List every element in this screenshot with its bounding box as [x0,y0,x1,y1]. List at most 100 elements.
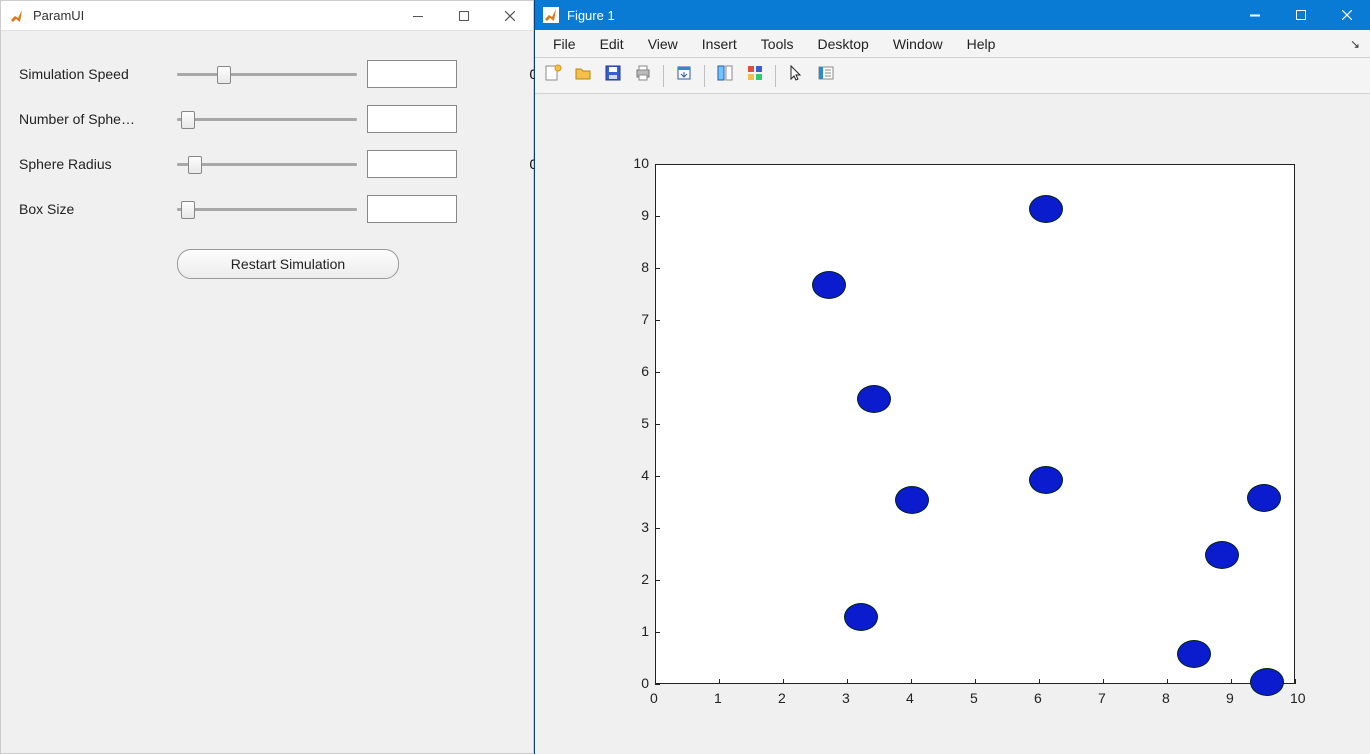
paramui-title: ParamUI [33,8,84,23]
paramui-window: ParamUI Simulation Speed Number of Sphe… [0,0,534,754]
param-slider[interactable] [177,199,357,219]
paramui-titlebar[interactable]: ParamUI [1,1,533,31]
restart-simulation-button[interactable]: Restart Simulation [177,249,399,279]
data-point [844,603,878,631]
toolbar-separator [775,65,776,87]
y-tick-label: 8 [625,259,649,275]
plot-axes[interactable] [655,164,1295,684]
linked-plot-icon [716,64,734,87]
param-value-input[interactable] [368,151,555,177]
menu-view[interactable]: View [636,32,690,56]
toolbar-separator [704,65,705,87]
data-point [812,271,846,299]
param-row: Number of Sphe… [19,96,515,141]
open-icon [574,64,592,87]
figure-titlebar[interactable]: Figure 1 [535,0,1370,30]
param-spinner[interactable] [367,105,457,133]
matlab-icon [543,7,559,23]
figure-menubar: FileEditViewInsertToolsDesktopWindowHelp… [535,30,1370,58]
y-tick-label: 2 [625,571,649,587]
new-figure-icon [544,64,562,87]
menu-desktop[interactable]: Desktop [805,32,880,56]
new-figure-button[interactable] [539,62,567,90]
paramui-body: Simulation Speed Number of Sphe… Sphere … [1,31,533,753]
brush-button[interactable] [741,62,769,90]
data-point [1029,466,1063,494]
data-point [1029,195,1063,223]
x-tick-label: 3 [842,690,850,706]
figure-title: Figure 1 [567,8,615,23]
figure-body: 012345678910012345678910 [535,94,1370,754]
y-tick-label: 6 [625,363,649,379]
param-slider[interactable] [177,109,357,129]
data-point [895,486,929,514]
figure-toolbar [535,58,1370,94]
close-button[interactable] [1324,0,1370,30]
restart-simulation-label: Restart Simulation [231,256,345,272]
y-tick-label: 9 [625,207,649,223]
dock-button[interactable] [670,62,698,90]
param-row: Box Size [19,186,515,231]
figure-window: Figure 1 FileEditViewInsertToolsDesktopW… [534,0,1370,754]
menu-insert[interactable]: Insert [690,32,749,56]
data-point [1247,484,1281,512]
y-tick-label: 4 [625,467,649,483]
insert-legend-icon [817,64,835,87]
save-icon [604,64,622,87]
x-tick-label: 9 [1226,690,1234,706]
y-tick-label: 10 [625,155,649,171]
x-tick-label: 8 [1162,690,1170,706]
param-label: Box Size [19,201,167,217]
param-spinner[interactable] [367,150,457,178]
print-icon [634,64,652,87]
data-point [1205,541,1239,569]
param-value-input[interactable] [368,106,555,132]
param-row: Simulation Speed [19,51,515,96]
param-spinner[interactable] [367,195,457,223]
menu-window[interactable]: Window [881,32,955,56]
param-label: Sphere Radius [19,156,167,172]
close-button[interactable] [487,1,533,31]
insert-legend-button[interactable] [812,62,840,90]
save-button[interactable] [599,62,627,90]
x-tick-label: 2 [778,690,786,706]
maximize-button[interactable] [441,1,487,31]
y-tick-label: 0 [625,675,649,691]
open-button[interactable] [569,62,597,90]
cursor-icon [787,64,805,87]
linked-plot-button[interactable] [711,62,739,90]
x-tick-label: 0 [650,690,658,706]
data-point [1177,640,1211,668]
y-tick-label: 7 [625,311,649,327]
cursor-button[interactable] [782,62,810,90]
x-tick-label: 4 [906,690,914,706]
x-tick-label: 7 [1098,690,1106,706]
menu-tools[interactable]: Tools [749,32,806,56]
param-label: Simulation Speed [19,66,167,82]
y-tick-label: 3 [625,519,649,535]
toolbar-separator [663,65,664,87]
menu-file[interactable]: File [541,32,588,56]
matlab-icon [9,8,25,24]
param-slider[interactable] [177,154,357,174]
data-point [857,385,891,413]
dock-icon [675,64,693,87]
maximize-button[interactable] [1278,0,1324,30]
menu-help[interactable]: Help [955,32,1008,56]
brush-icon [746,64,764,87]
data-point [1250,668,1284,696]
x-tick-label: 6 [1034,690,1042,706]
minimize-button[interactable] [1232,0,1278,30]
x-tick-label: 1 [714,690,722,706]
param-value-input[interactable] [368,196,555,222]
param-value-input[interactable] [368,61,555,87]
param-spinner[interactable] [367,60,457,88]
menu-edit[interactable]: Edit [588,32,636,56]
y-tick-label: 5 [625,415,649,431]
print-button[interactable] [629,62,657,90]
param-row: Sphere Radius [19,141,515,186]
minimize-button[interactable] [395,1,441,31]
y-tick-label: 1 [625,623,649,639]
menubar-overflow-icon[interactable]: ↘ [1350,37,1364,51]
param-slider[interactable] [177,64,357,84]
